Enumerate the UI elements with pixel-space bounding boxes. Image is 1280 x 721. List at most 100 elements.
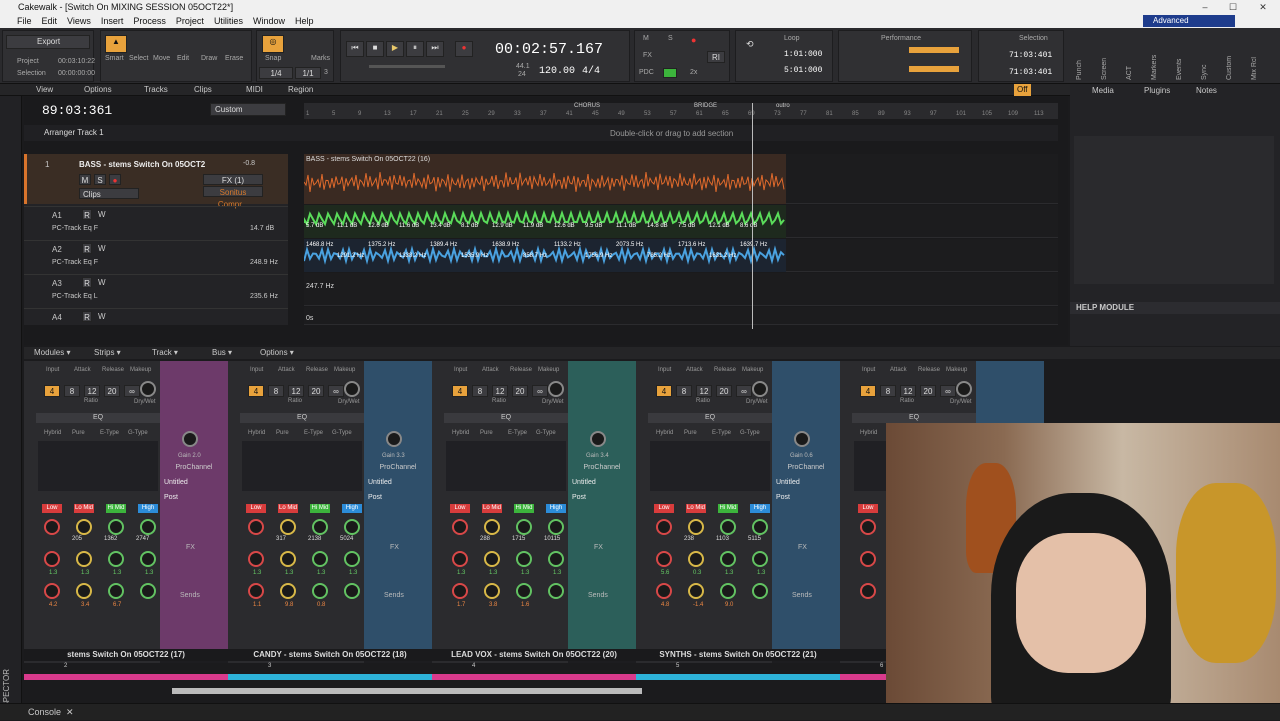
console-tab-track[interactable]: Track ▾: [152, 347, 178, 359]
eq-knob[interactable]: [280, 551, 296, 567]
meter-display[interactable]: 4/4: [582, 66, 600, 77]
eq-knob[interactable]: [656, 551, 672, 567]
automation-lane-a4[interactable]: 0s: [304, 307, 1058, 325]
gain-knob[interactable]: [386, 431, 402, 447]
ratio-button[interactable]: 4: [452, 385, 468, 397]
eq-knob[interactable]: [44, 519, 60, 535]
eq-header[interactable]: EQ: [852, 413, 976, 423]
drywet-knob[interactable]: [548, 381, 564, 397]
eq-knob[interactable]: [108, 519, 124, 535]
vtab-mix-rcl[interactable]: Mix Rcl: [1251, 30, 1258, 80]
loop-icon[interactable]: ⟲: [746, 39, 754, 50]
ratio-button[interactable]: 8: [676, 385, 692, 397]
pdc-label[interactable]: PDC: [639, 69, 654, 76]
track-plugin[interactable]: Sonitus Compr...: [203, 186, 263, 209]
eq-mode[interactable]: G-Type: [128, 430, 148, 436]
eq-knob[interactable]: [516, 519, 532, 535]
tool-draw[interactable]: Draw: [201, 55, 217, 62]
menu-process[interactable]: Process: [128, 14, 171, 28]
eq-knob[interactable]: [548, 583, 564, 599]
menu-insert[interactable]: Insert: [96, 14, 129, 28]
eq-knob[interactable]: [344, 583, 360, 599]
drywet-knob[interactable]: [752, 381, 768, 397]
post-label[interactable]: Post: [572, 494, 586, 501]
eq-knob[interactable]: [76, 583, 92, 599]
eq-knob[interactable]: [248, 551, 264, 567]
eq-knob[interactable]: [688, 551, 704, 567]
eq-knob[interactable]: [108, 551, 124, 567]
snap-value-dropdown[interactable]: 1/4: [259, 67, 293, 79]
eq-knob[interactable]: [688, 583, 704, 599]
tool-smart[interactable]: Smart: [105, 55, 124, 62]
strip-name[interactable]: CANDY - stems Switch On 05OCT22 (18): [228, 649, 432, 661]
preset-name[interactable]: Untitled: [572, 479, 596, 486]
ratio-button[interactable]: 12: [696, 385, 712, 397]
automation-read-button[interactable]: R: [82, 311, 92, 322]
eq-knob[interactable]: [108, 583, 124, 599]
ratio-button[interactable]: ∞: [940, 385, 956, 397]
automation-write-button[interactable]: W: [98, 210, 106, 219]
mix-mute-label[interactable]: M: [643, 35, 649, 42]
eq-header[interactable]: EQ: [240, 413, 364, 423]
snap-icon[interactable]: ◎: [262, 35, 284, 53]
eq-mode[interactable]: Pure: [684, 430, 697, 436]
menu-edit[interactable]: Edit: [37, 14, 63, 28]
eq-knob[interactable]: [516, 583, 532, 599]
eq-knob[interactable]: [860, 519, 876, 535]
eq-knob[interactable]: [656, 583, 672, 599]
loop-end[interactable]: 5:01:000: [784, 66, 822, 75]
audio-lane[interactable]: BASS - stems Switch On 05OCT22 (16): [304, 154, 1058, 204]
eq-knob[interactable]: [548, 551, 564, 567]
eq-knob[interactable]: [452, 551, 468, 567]
eq-knob[interactable]: [312, 551, 328, 567]
eq-band-lo-mid[interactable]: Lo Mid: [278, 504, 298, 513]
eq-knob[interactable]: [484, 519, 500, 535]
automation-row[interactable]: A3 R W PC-Track Eq L 235.6 Hz: [24, 274, 288, 307]
menu-views[interactable]: Views: [62, 14, 96, 28]
eq-mode[interactable]: Hybrid: [860, 430, 877, 436]
arranger-section[interactable]: outro: [776, 103, 790, 109]
custom-dropdown[interactable]: Custom: [210, 103, 286, 116]
browser-tab-plugins[interactable]: Plugins: [1144, 86, 1170, 95]
automation-write-button[interactable]: W: [98, 278, 106, 287]
automation-lane-a3[interactable]: 247.7 Hz: [304, 273, 1058, 306]
eq-knob[interactable]: [720, 519, 736, 535]
export-button[interactable]: Export: [6, 35, 90, 49]
track-volume[interactable]: -0.8: [243, 160, 255, 167]
post-label[interactable]: Post: [776, 494, 790, 501]
arranger-section[interactable]: BRIDGE: [694, 103, 717, 109]
gain-knob[interactable]: [182, 431, 198, 447]
eq-knob[interactable]: [44, 551, 60, 567]
tool-select[interactable]: Select: [129, 55, 148, 62]
position-slider[interactable]: [369, 65, 445, 68]
eq-mode[interactable]: Hybrid: [248, 430, 265, 436]
gain-knob[interactable]: [590, 431, 606, 447]
eq-mode[interactable]: E-Type: [712, 430, 731, 436]
ratio-button[interactable]: 12: [84, 385, 100, 397]
clips-dropdown[interactable]: Clips: [79, 188, 139, 199]
mix-solo-label[interactable]: S: [668, 35, 673, 42]
eq-knob[interactable]: [344, 519, 360, 535]
arranger-track-name[interactable]: Arranger Track 1: [44, 128, 104, 137]
track-name[interactable]: BASS - stems Switch On 05OCT2: [79, 160, 205, 169]
eq-band-high[interactable]: High: [546, 504, 566, 513]
eq-knob[interactable]: [752, 583, 768, 599]
eq-header[interactable]: EQ: [648, 413, 772, 423]
console-tab-bus[interactable]: Bus ▾: [212, 347, 232, 359]
post-label[interactable]: Post: [368, 494, 382, 501]
eq-knob[interactable]: [248, 583, 264, 599]
strip-name[interactable]: SYNTHS - stems Switch On 05OCT22 (21): [636, 649, 840, 661]
eq-mode[interactable]: E-Type: [508, 430, 527, 436]
eq-knob[interactable]: [312, 519, 328, 535]
minimize-button[interactable]: –: [1192, 0, 1218, 14]
automation-param[interactable]: PC-Track Eq F: [52, 225, 98, 232]
tool-edit[interactable]: Edit: [177, 55, 189, 62]
bass-track-header[interactable]: 1 BASS - stems Switch On 05OCT2 -0.8 M S…: [24, 154, 288, 209]
vtab-punch[interactable]: Punch: [1076, 30, 1083, 80]
ratio-button[interactable]: 4: [656, 385, 672, 397]
eq-graph[interactable]: [650, 441, 770, 491]
ratio-button[interactable]: 20: [308, 385, 324, 397]
eq-knob[interactable]: [860, 551, 876, 567]
stop-icon[interactable]: ■: [366, 41, 384, 57]
fast-forward-icon[interactable]: ⏭: [426, 41, 444, 57]
